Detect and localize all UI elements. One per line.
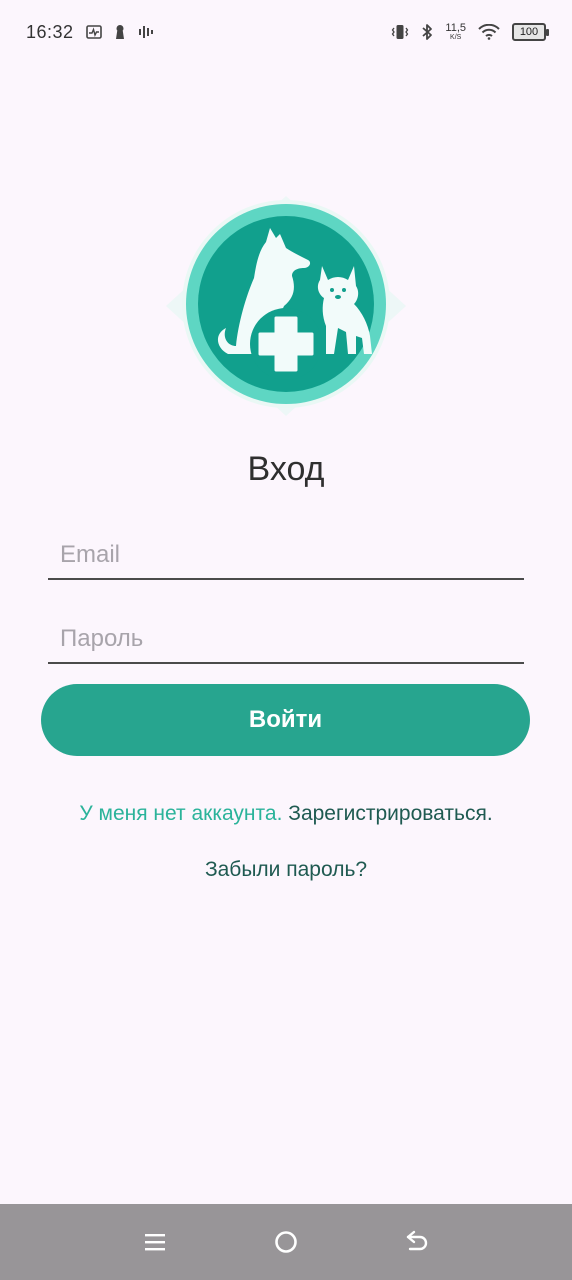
signal-bars-icon [138,25,154,39]
status-left: 16:32 [26,22,154,43]
register-line: У меня нет аккаунта. Зарегистрироваться. [0,802,572,826]
battery-level: 100 [519,26,539,38]
password-field-container [48,608,524,664]
network-speed-unit: K/S [450,34,462,41]
no-account-text: У меня нет аккаунта. [79,802,283,825]
keyhole-icon [114,24,126,40]
network-speed: 11,5 K/S [445,22,466,42]
status-bar: 16:32 11,5 K/S 100 [0,0,572,64]
pet-clinic-logo-icon [166,196,406,416]
password-input[interactable] [48,608,524,662]
back-icon[interactable] [395,1220,439,1264]
status-time: 16:32 [26,21,74,42]
home-icon[interactable] [264,1220,308,1264]
status-right: 11,5 K/S 100 [391,22,549,42]
forgot-password-link[interactable]: Забыли пароль? [0,858,572,882]
menu-icon[interactable] [133,1220,177,1264]
vibrate-icon [391,24,409,40]
page-title: Вход [247,450,325,488]
activity-icon [85,25,102,39]
login-button[interactable]: Войти [41,684,530,756]
battery-icon: 100 [512,23,549,41]
email-field-container [48,524,524,580]
bluetooth-icon [421,23,433,41]
register-link[interactable]: Зарегистрироваться. [288,802,492,825]
wifi-icon [478,24,500,40]
network-speed-value: 11,5 [445,22,466,34]
navigation-bar [0,1204,572,1280]
email-input[interactable] [48,524,524,578]
